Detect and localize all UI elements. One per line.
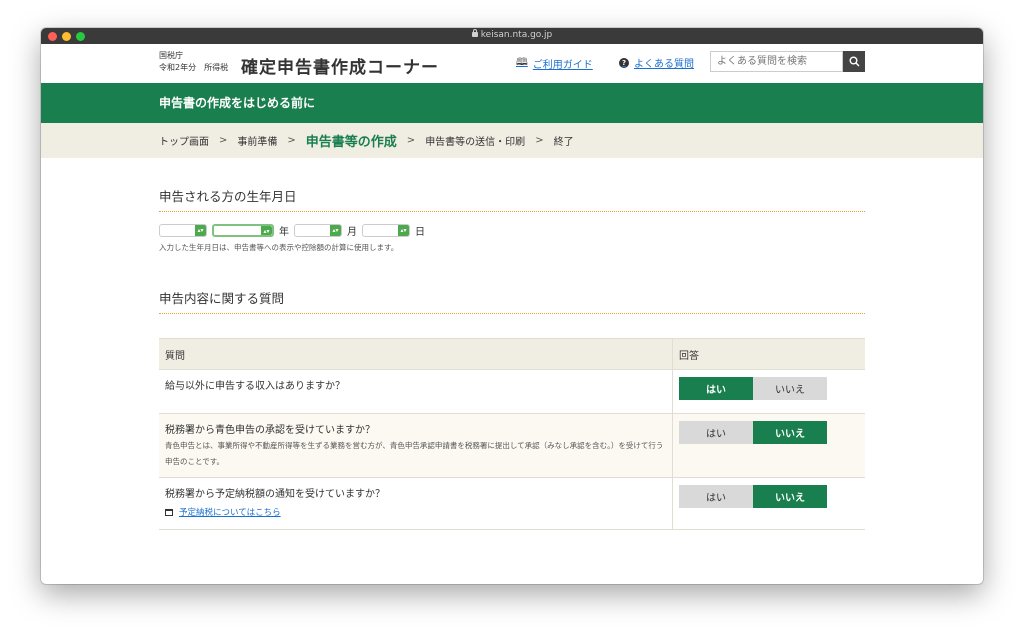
- select-arrows-icon: ▴▾: [195, 225, 206, 236]
- select-arrows-icon: ▴▾: [398, 225, 409, 236]
- era-select[interactable]: ▴▾: [159, 224, 207, 237]
- questions-section-title: 申告内容に関する質問: [159, 288, 865, 314]
- guide-link-label[interactable]: ご利用ガイド: [533, 56, 593, 71]
- day-unit-label: 日: [415, 227, 425, 238]
- search-button[interactable]: [843, 51, 865, 72]
- breadcrumb-separator: >: [535, 135, 544, 146]
- faq-search-input[interactable]: [710, 51, 843, 72]
- question-description: 青色申告とは、事業所得や不動産所得等を生ずる業務を営む方が、青色申告承認申請書を…: [165, 441, 664, 466]
- faq-link[interactable]: ? よくある質問: [619, 55, 694, 70]
- answer-column-header: 回答: [672, 338, 865, 370]
- breadcrumb-current-step: 申告書等の作成: [305, 135, 397, 150]
- question-text: 給与以外に申告する収入はありますか？: [165, 381, 345, 392]
- guide-link[interactable]: 🕮 ご利用ガイド: [516, 55, 593, 72]
- url-text: keisan.nta.go.jp: [480, 30, 553, 40]
- no-button[interactable]: いいえ: [753, 421, 827, 444]
- birthdate-note: 入力した生年月日は、申告書等への表示や控除額の計算に使用します。: [159, 243, 399, 252]
- day-select[interactable]: ▴▾: [362, 224, 410, 237]
- question-text: 税務署から青色申告の承認を受けていますか？: [165, 425, 375, 436]
- question-icon: ?: [619, 57, 629, 68]
- book-icon: 🕮: [516, 57, 528, 68]
- page-banner: 申告書の作成をはじめる前に: [41, 83, 983, 123]
- new-window-icon: [165, 508, 173, 516]
- agency-name: 国税庁: [159, 51, 183, 60]
- browser-window: keisan.nta.go.jp 国税庁 令和2年分 所得税 確定申告書作成コー…: [41, 28, 983, 584]
- no-button[interactable]: いいえ: [753, 377, 827, 400]
- breadcrumb-step: 申告書等の送信・印刷: [425, 137, 526, 148]
- birthdate-fields: ▴▾ ▴▾ 年 ▴▾ 月 ▴▾ 日: [159, 223, 865, 238]
- no-button[interactable]: いいえ: [753, 485, 827, 508]
- question-column-header: 質問: [159, 338, 673, 370]
- yes-button[interactable]: はい: [679, 421, 753, 444]
- month-select[interactable]: ▴▾: [294, 224, 342, 237]
- main-content: 申告される方の生年月日 ▴▾ ▴▾ 年 ▴▾ 月 ▴▾ 日 入力した生年月日は、…: [159, 186, 865, 530]
- month-unit-label: 月: [347, 227, 357, 238]
- breadcrumb-separator: >: [219, 135, 228, 146]
- address-bar[interactable]: keisan.nta.go.jp: [41, 29, 983, 40]
- table-row: 税務署から予定納税額の通知を受けていますか？ 予定納税についてはこちら はい いい…: [159, 477, 865, 530]
- table-row: 税務署から青色申告の承認を受けていますか？ 青色申告とは、事業所得や不動産所得等…: [159, 413, 865, 478]
- title-bar: keisan.nta.go.jp: [41, 28, 983, 44]
- breadcrumb-step: トップ画面: [159, 137, 209, 148]
- faq-link-label[interactable]: よくある質問: [634, 55, 694, 70]
- agency-label: 国税庁 令和2年分 所得税: [159, 50, 228, 74]
- estimated-tax-link-label[interactable]: 予定納税についてはこちら: [179, 506, 281, 518]
- question-cell: 税務署から青色申告の承認を受けていますか？ 青色申告とは、事業所得や不動産所得等…: [159, 413, 673, 478]
- breadcrumb-separator: >: [287, 135, 296, 146]
- answer-cell: はい いいえ: [672, 369, 865, 414]
- breadcrumb: トップ画面 > 事前準備 > 申告書等の作成 > 申告書等の送信・印刷 > 終了: [41, 123, 983, 158]
- yes-button[interactable]: はい: [679, 377, 753, 400]
- year-select[interactable]: ▴▾: [212, 224, 274, 237]
- tax-year-label: 令和2年分 所得税: [159, 63, 229, 72]
- site-title: 確定申告書作成コーナー: [241, 58, 439, 78]
- select-arrows-icon: ▴▾: [330, 225, 341, 236]
- birthdate-section-title: 申告される方の生年月日: [159, 186, 865, 212]
- yes-button[interactable]: はい: [679, 485, 753, 508]
- estimated-tax-link[interactable]: 予定納税についてはこちら: [165, 506, 666, 518]
- breadcrumb-step: 事前準備: [237, 137, 278, 148]
- table-header-row: 質問 回答: [159, 338, 865, 370]
- question-cell: 税務署から予定納税額の通知を受けていますか？ 予定納税についてはこちら: [159, 477, 673, 530]
- breadcrumb-step: 終了: [553, 137, 574, 148]
- answer-cell: はい いいえ: [672, 477, 865, 530]
- questions-table: 質問 回答 給与以外に申告する収入はありますか？ はい いいえ 税務署から青色申告…: [159, 338, 865, 530]
- search-icon: [849, 56, 860, 67]
- breadcrumb-separator: >: [406, 135, 416, 146]
- table-row: 給与以外に申告する収入はありますか？ はい いいえ: [159, 369, 865, 414]
- question-cell: 給与以外に申告する収入はありますか？: [159, 369, 673, 414]
- year-unit-label: 年: [279, 227, 289, 238]
- select-arrows-icon: ▴▾: [261, 226, 272, 235]
- answer-cell: はい いいえ: [672, 413, 865, 478]
- lock-icon: [471, 29, 478, 37]
- site-header: 国税庁 令和2年分 所得税 確定申告書作成コーナー 🕮 ご利用ガイド ? よくある質…: [41, 44, 983, 83]
- question-text: 税務署から予定納税額の通知を受けていますか？: [165, 489, 385, 500]
